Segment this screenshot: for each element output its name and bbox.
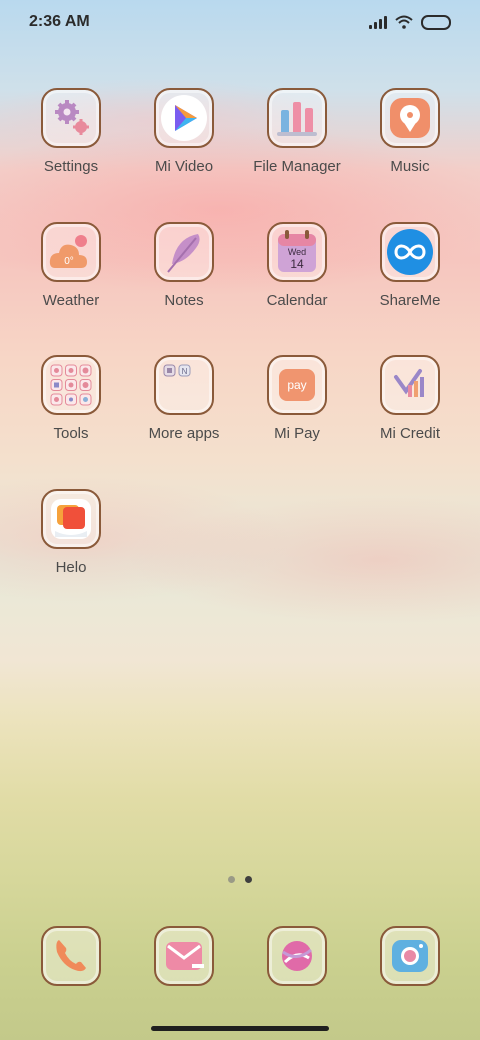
battery-icon (421, 14, 451, 30)
signal-icon (369, 15, 387, 29)
app-helo[interactable]: Helo (15, 489, 127, 609)
status-icons (369, 14, 451, 30)
app-more-apps[interactable]: N More apps (128, 355, 240, 475)
app-tools[interactable]: Tools (15, 355, 127, 475)
app-label: Mi Pay (274, 425, 320, 442)
app-calendar[interactable]: Wed 14 Calendar (241, 222, 353, 342)
dock-camera[interactable] (354, 926, 466, 990)
app-mi-pay[interactable]: pay Mi Pay (241, 355, 353, 475)
page-dot-2-active[interactable] (245, 876, 252, 883)
app-mi-credit[interactable]: Mi Credit (354, 355, 466, 475)
app-mi-video[interactable]: Mi Video (128, 88, 240, 208)
weather-cloud-icon: 0° (49, 235, 87, 268)
infinity-icon (387, 229, 433, 275)
play-icon (161, 95, 207, 141)
app-label: Calendar (266, 292, 328, 309)
page-indicator[interactable] (0, 876, 480, 888)
chat-bubbles-icon (51, 499, 91, 539)
dock-browser[interactable] (241, 926, 353, 990)
wifi-icon (395, 15, 413, 29)
app-label: Helo (55, 559, 87, 576)
calendar-icon: Wed 14 (278, 230, 316, 272)
folder-icon: N (163, 364, 191, 377)
dock-messages[interactable] (128, 926, 240, 990)
home-indicator[interactable] (151, 1026, 329, 1031)
feather-icon (167, 234, 200, 273)
gear-icon (55, 100, 89, 135)
message-icon (166, 942, 204, 970)
svg-text:N: N (182, 367, 188, 376)
weather-temp: 0° (64, 256, 74, 267)
pay-text: pay (287, 378, 306, 392)
calendar-date: 14 (290, 257, 304, 271)
dock-phone[interactable] (15, 926, 127, 990)
pay-icon: pay (279, 369, 315, 401)
calendar-day: Wed (288, 247, 306, 257)
app-label: Notes (164, 292, 204, 309)
camera-icon (392, 940, 428, 972)
app-label: Tools (53, 425, 89, 442)
status-time: 2:36 AM (29, 13, 90, 30)
tools-grid-icon (50, 364, 92, 406)
credit-chart-icon (394, 369, 424, 397)
app-label: Mi Credit (379, 425, 440, 442)
page-dot-1[interactable] (228, 876, 235, 883)
app-notes[interactable]: Notes (128, 222, 240, 342)
status-bar: 2:36 AM (0, 0, 480, 44)
app-label: ShareMe (379, 292, 441, 309)
app-file-manager[interactable]: File Manager (241, 88, 353, 208)
app-weather[interactable]: 0° Weather (15, 222, 127, 342)
app-label: Settings (43, 158, 99, 175)
app-label: File Manager (253, 158, 341, 175)
phone-icon (56, 940, 86, 972)
app-label: Weather (42, 292, 100, 309)
file-bars-icon (277, 102, 317, 136)
app-label: More apps (148, 425, 220, 442)
browser-icon (282, 941, 312, 971)
app-shareme[interactable]: ShareMe (354, 222, 466, 342)
music-pin-icon (390, 98, 430, 138)
app-label: Music (390, 158, 430, 175)
app-music[interactable]: Music (354, 88, 466, 208)
app-label: Mi Video (154, 158, 214, 175)
app-settings[interactable]: Settings (15, 88, 127, 208)
